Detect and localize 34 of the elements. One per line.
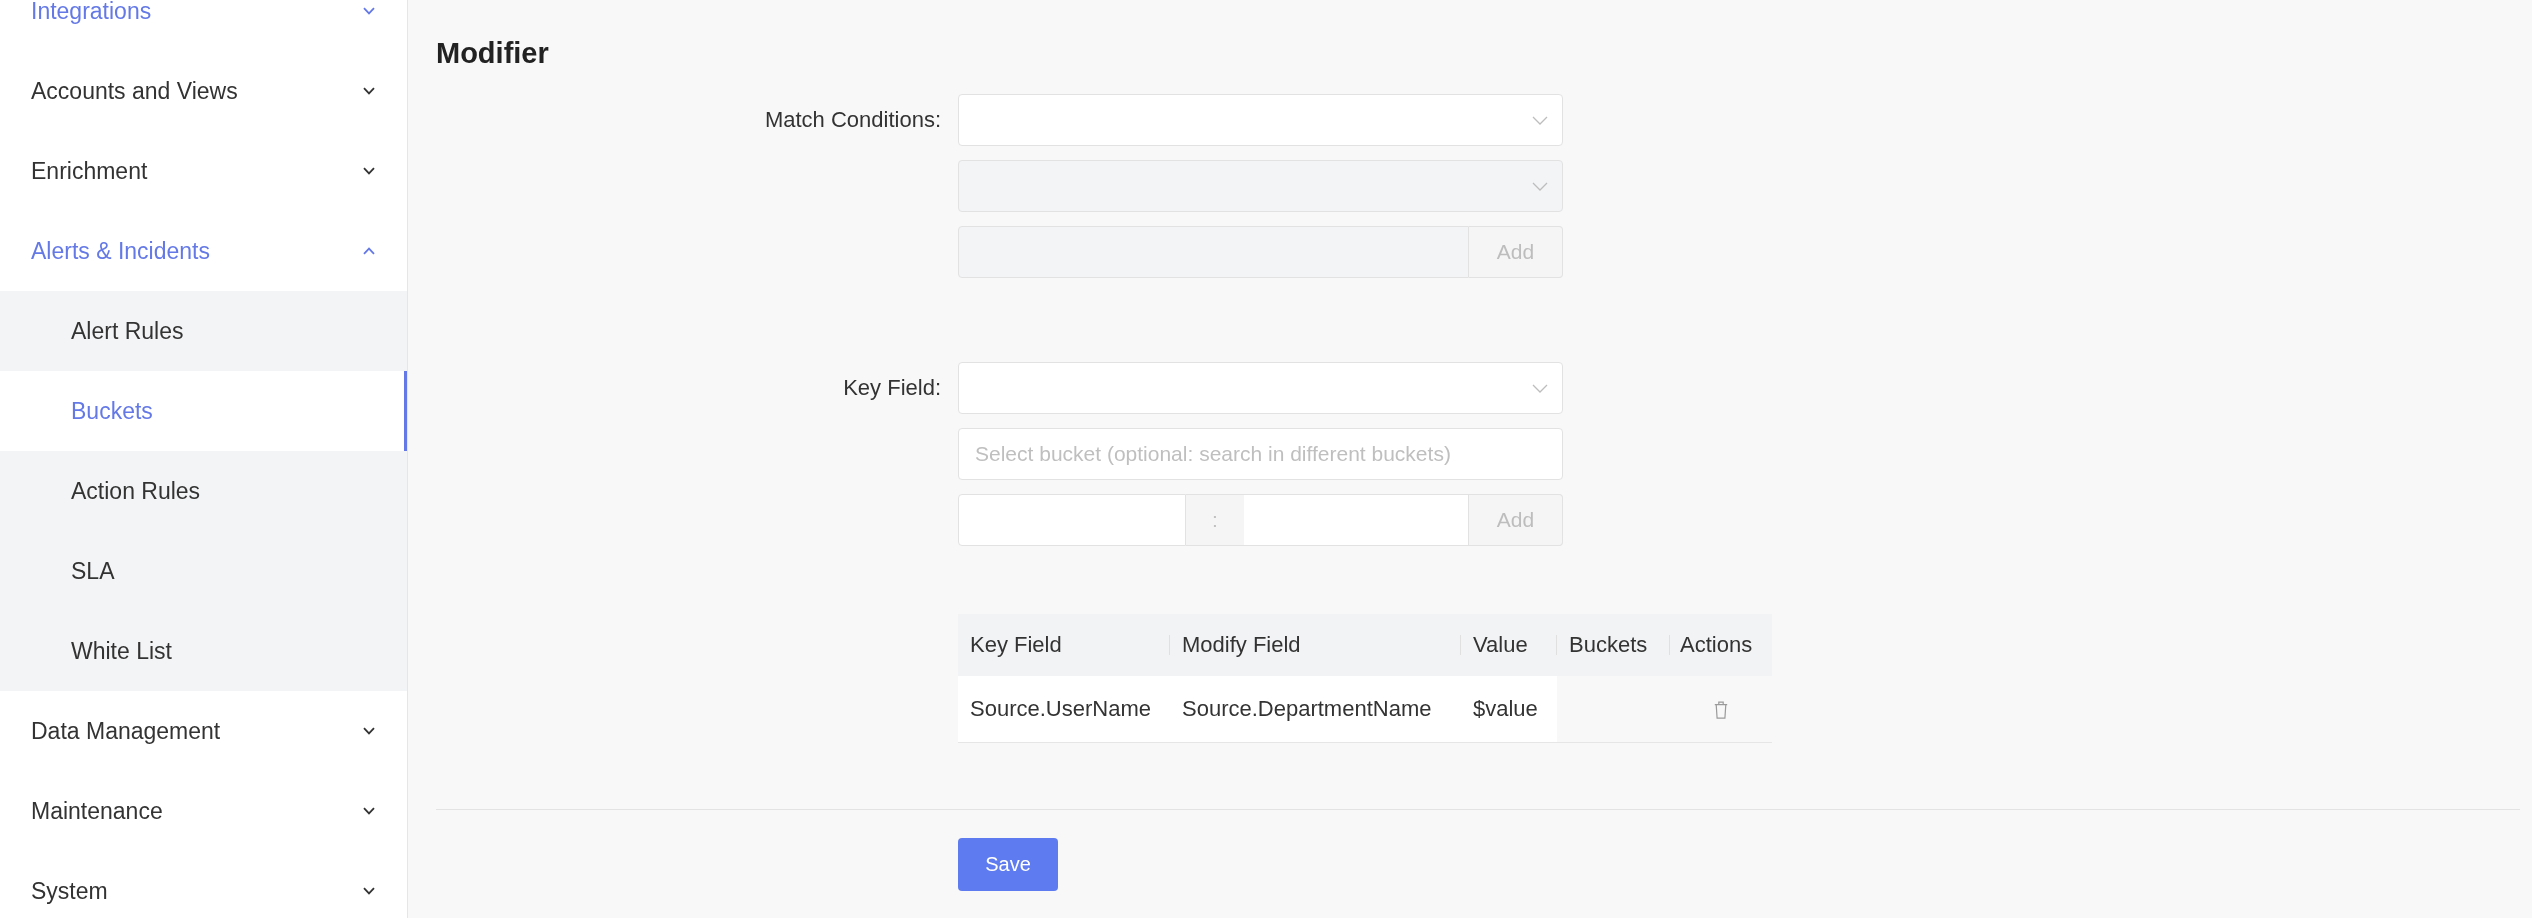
submenu-item[interactable]: White List bbox=[0, 611, 407, 691]
select-field[interactable] bbox=[958, 362, 1563, 414]
submenu-item[interactable]: SLA bbox=[0, 531, 407, 611]
menu-item[interactable]: Alerts & Incidents bbox=[0, 211, 407, 291]
caret-down-icon bbox=[1532, 383, 1548, 393]
caret-down-icon bbox=[1532, 181, 1548, 191]
submenu-item[interactable]: Alert Rules bbox=[0, 291, 407, 371]
column-header: Buckets bbox=[1557, 614, 1670, 676]
menu-item[interactable]: Data Management bbox=[0, 691, 407, 771]
select-field[interactable] bbox=[958, 94, 1563, 146]
table-cell: Source.UserName bbox=[958, 676, 1170, 743]
separator-addon: : bbox=[1186, 494, 1244, 546]
bucket-select-field[interactable]: Select bucket (optional: search in different buckets) bbox=[958, 428, 1563, 480]
field-label: Key Field: bbox=[843, 375, 941, 400]
column-header: Actions bbox=[1670, 614, 1772, 676]
table-cell: Source.DepartmentName bbox=[1170, 676, 1461, 743]
menu-item[interactable]: Accounts and Views bbox=[0, 51, 407, 131]
column-header: Modify Field bbox=[1170, 614, 1461, 676]
trash-icon[interactable] bbox=[1714, 701, 1728, 720]
submenu-item[interactable]: Action Rules bbox=[0, 451, 407, 531]
field-label: Match Conditions: bbox=[764, 107, 941, 132]
table-cell: $value bbox=[1461, 676, 1557, 743]
section-title: Modifier bbox=[436, 37, 550, 69]
input-field[interactable] bbox=[1244, 494, 1469, 546]
column-header: Key Field bbox=[958, 614, 1170, 676]
save-button[interactable]: Save bbox=[958, 838, 1058, 891]
menu-item[interactable]: Enrichment bbox=[0, 131, 407, 211]
menu-item[interactable]: Integrations bbox=[0, 0, 407, 51]
caret-down-icon bbox=[1532, 115, 1548, 125]
menu-item[interactable]: System bbox=[0, 851, 407, 918]
column-header: Value bbox=[1461, 614, 1557, 676]
menu-item[interactable]: Maintenance bbox=[0, 771, 407, 851]
submenu-item[interactable]: Buckets bbox=[0, 371, 407, 451]
input-field[interactable] bbox=[958, 494, 1186, 546]
